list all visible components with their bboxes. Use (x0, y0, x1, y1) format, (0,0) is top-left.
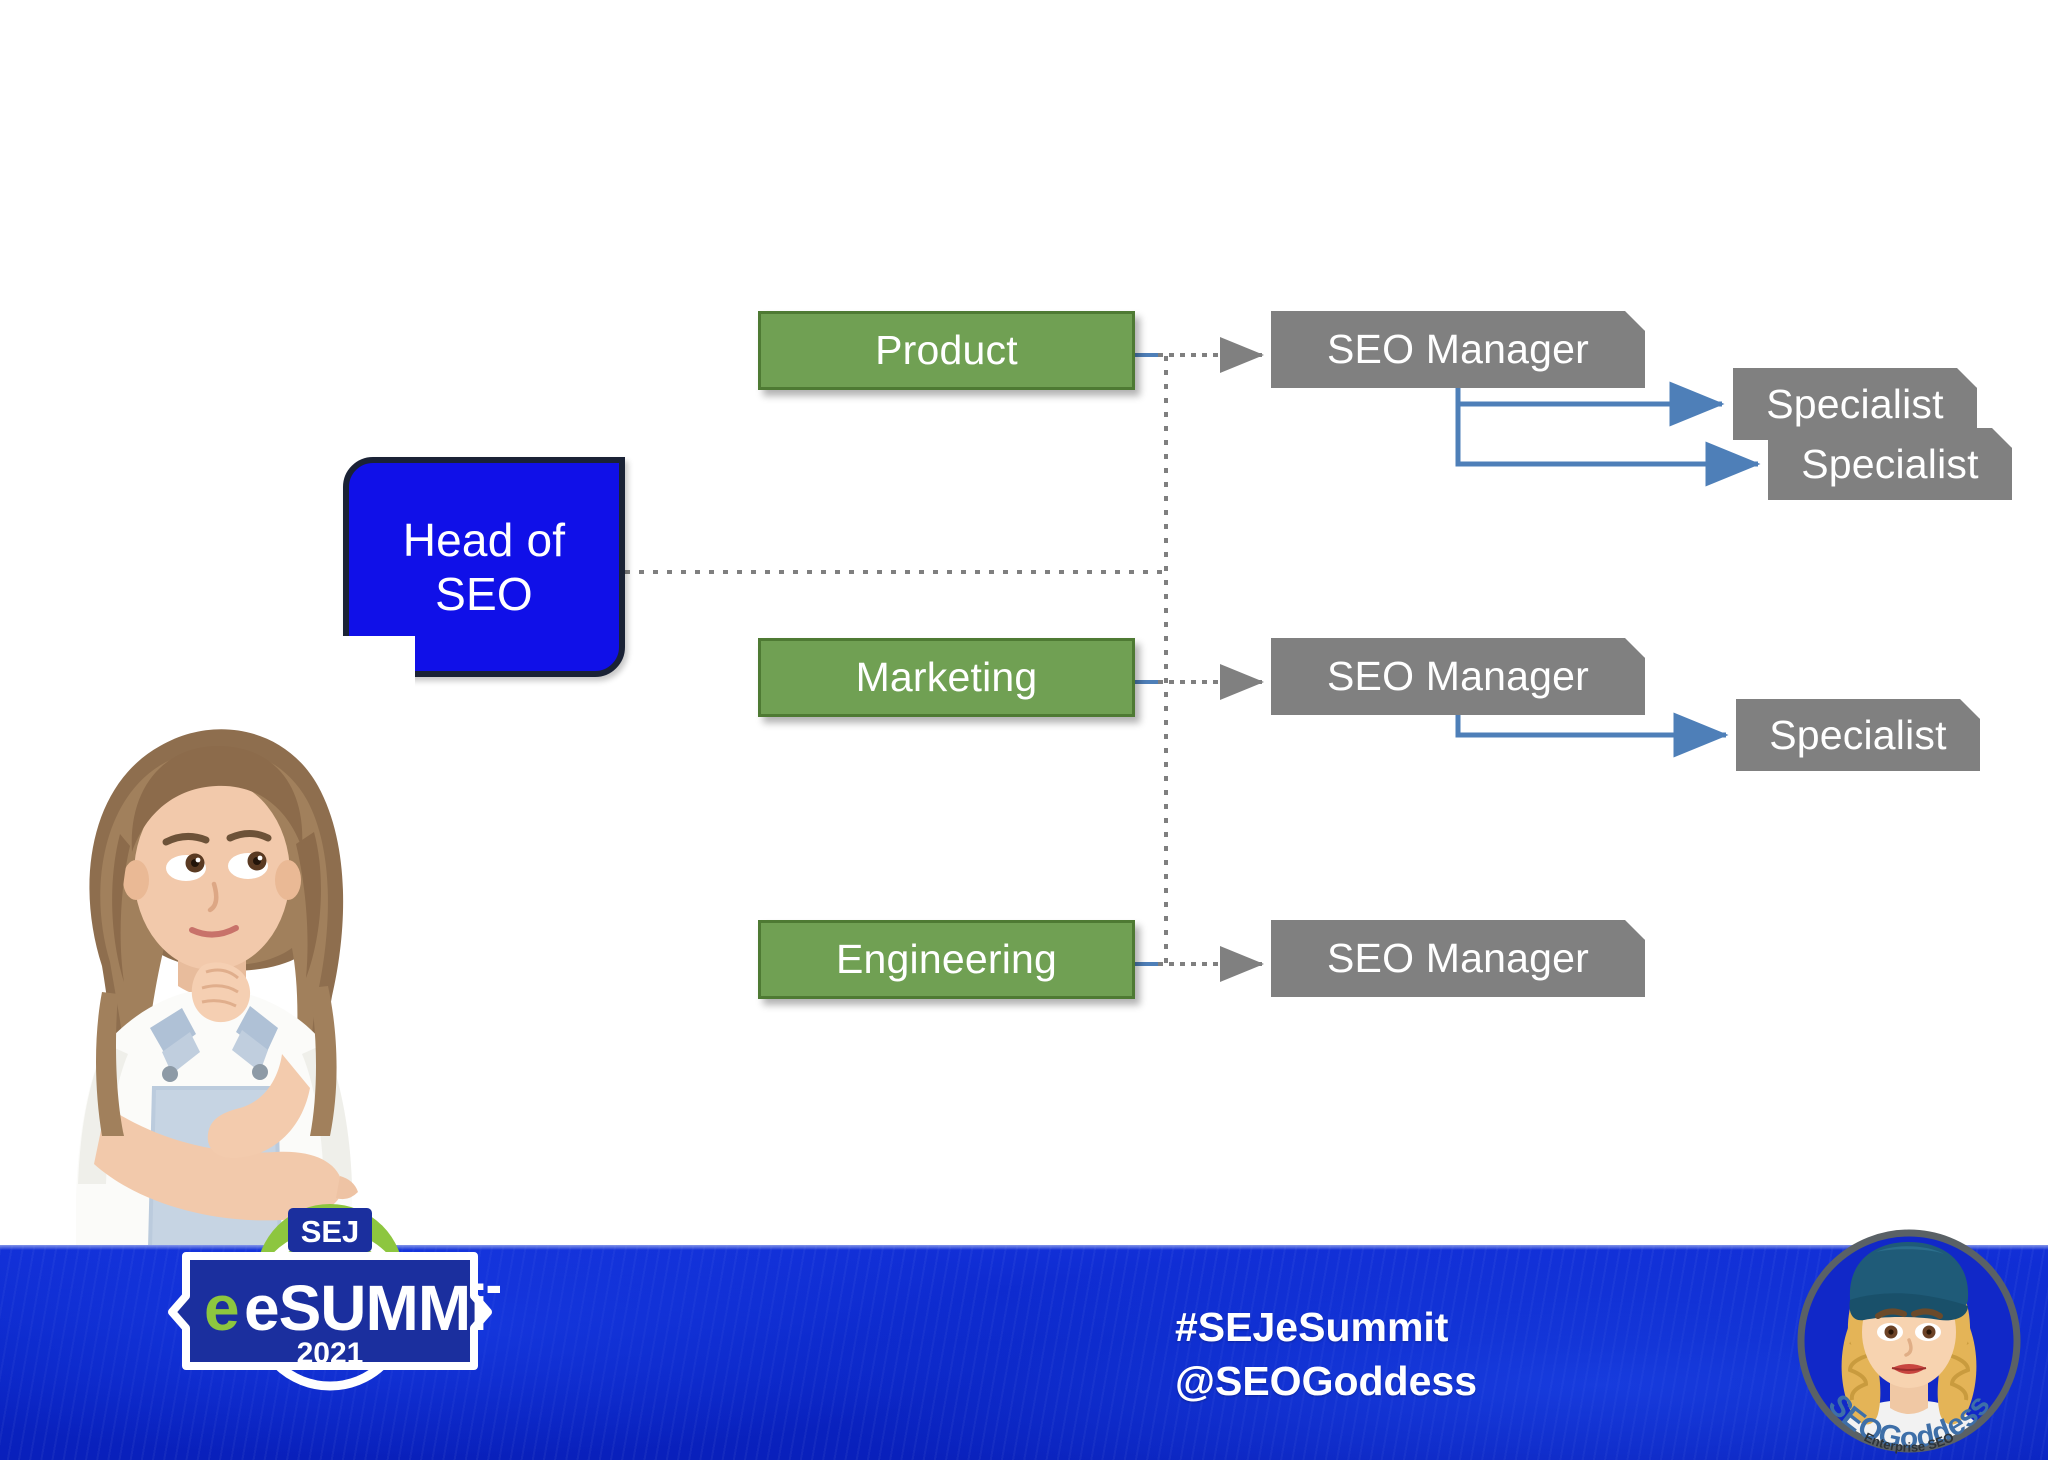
node-seo-manager-engineering[interactable]: SEO Manager (1271, 920, 1645, 997)
sej-logo-main-text: eSUMMiT (244, 1272, 500, 1344)
specialist-marketing-1-label: Specialist (1769, 711, 1947, 758)
department-product-label: Product (875, 327, 1018, 373)
slide-canvas: Head of SEO Product Marketing Engineerin… (0, 0, 2048, 1460)
sej-esummit-logo: SEJ e eSUMMiT 2021 (160, 1200, 527, 1410)
node-seo-manager-marketing[interactable]: SEO Manager (1271, 638, 1645, 715)
head-of-seo-line1: Head of (402, 513, 566, 566)
node-specialist-product-2[interactable]: Specialist (1768, 428, 2012, 500)
specialist-product-1-label: Specialist (1766, 380, 1944, 427)
banner-handle: @SEOGoddess (1175, 1358, 1477, 1405)
node-department-engineering[interactable]: Engineering (758, 920, 1135, 999)
banner-hashtag: #SEJeSummit (1175, 1304, 1449, 1350)
seo-manager-marketing-label: SEO Manager (1327, 653, 1589, 699)
head-of-seo-line2: SEO (435, 568, 533, 620)
sej-logo-top-text: SEJ (301, 1214, 360, 1249)
node-department-product[interactable]: Product (758, 311, 1135, 390)
thinking-girl-photo (10, 636, 415, 1248)
seogoddess-avatar-logo: SEOGoddess Enterprise SEO (1790, 1222, 2028, 1460)
seo-manager-engineering-label: SEO Manager (1327, 935, 1589, 981)
department-engineering-label: Engineering (835, 936, 1058, 982)
sej-logo-e-letter: e (204, 1272, 240, 1344)
sej-logo-year: 2021 (297, 1337, 364, 1370)
node-seo-manager-product[interactable]: SEO Manager (1271, 311, 1645, 388)
seo-manager-product-label: SEO Manager (1327, 326, 1589, 372)
department-marketing-label: Marketing (855, 654, 1038, 700)
specialist-product-2-label: Specialist (1801, 440, 1979, 487)
banner-social-text: #SEJeSummit @SEOGoddess (1175, 1300, 1477, 1408)
node-specialist-marketing-1[interactable]: Specialist (1736, 699, 1980, 771)
node-department-marketing[interactable]: Marketing (758, 638, 1135, 717)
